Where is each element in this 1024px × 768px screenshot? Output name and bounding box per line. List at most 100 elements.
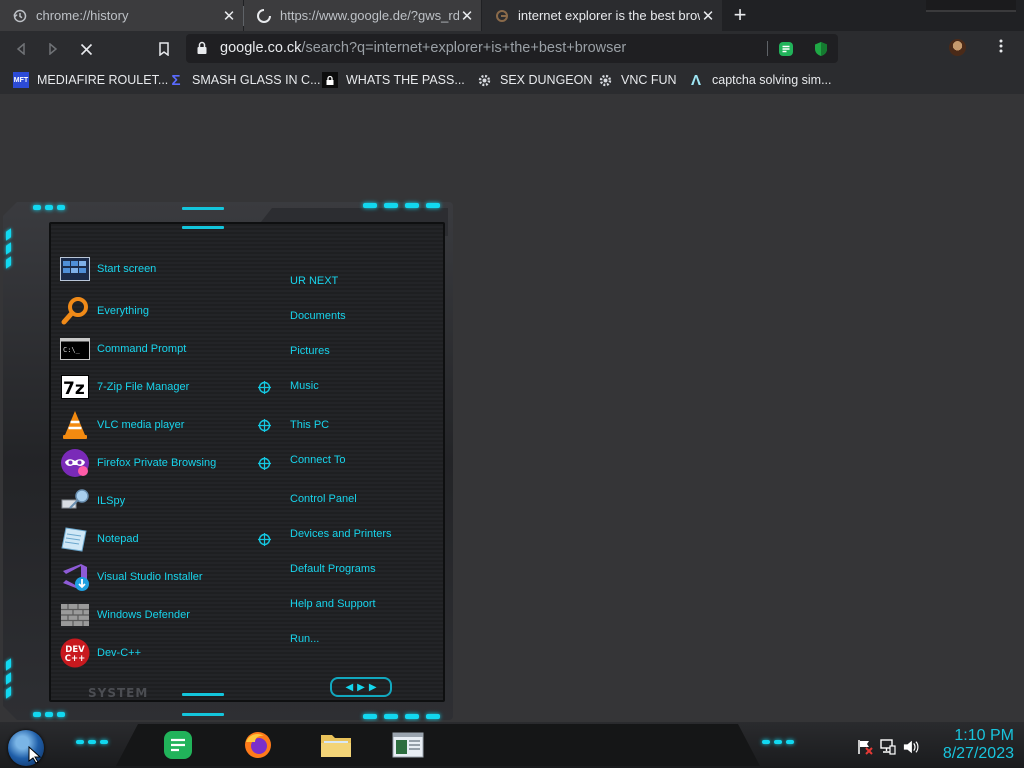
gear-icon	[476, 72, 492, 88]
place-documents[interactable]: Documents	[290, 310, 346, 322]
tab-google-de[interactable]: https://www.google.de/?gws_rd=s ✕	[244, 0, 481, 31]
submenu-arrow-icon	[258, 533, 271, 546]
address-bar[interactable]: google.co.ck/search?q=internet+explorer+…	[186, 34, 838, 63]
place-default-programs[interactable]: Default Programs	[290, 563, 376, 575]
tab-title: internet explorer is the best brows	[518, 8, 700, 23]
profile-avatar[interactable]	[949, 39, 966, 56]
stop-button[interactable]	[75, 38, 97, 60]
submenu-arrow-icon	[258, 457, 271, 470]
tab-history[interactable]: chrome://history ✕	[0, 0, 243, 31]
frame-light	[45, 712, 53, 717]
frame-light	[182, 226, 224, 229]
submenu-arrow-icon	[258, 419, 271, 432]
bookmark-sex-dungeon[interactable]: SEX DUNGEON	[476, 71, 592, 89]
new-tab-button[interactable]: +	[729, 2, 751, 27]
program-ilspy[interactable]: ILSpy	[59, 485, 259, 517]
browser-menu-button[interactable]	[994, 39, 1008, 57]
program-firefox-private[interactable]: Firefox Private Browsing	[59, 447, 259, 479]
bookmark-button[interactable]	[153, 38, 175, 60]
program-label: Dev-C++	[97, 647, 142, 659]
volume-icon[interactable]	[903, 739, 919, 755]
menu-scroll-arrows[interactable]: ◀ ▶ ▶	[330, 677, 392, 697]
taskbar-light	[88, 740, 96, 744]
magnifier-icon	[59, 295, 91, 327]
bookmarks-bar: MFT MEDIAFIRE ROULET... Σ SMASH GLASS IN…	[0, 66, 1024, 94]
url-path: /search?q=internet+explorer+is+the+best+…	[301, 40, 627, 56]
folder-icon	[321, 735, 351, 757]
bookmark-mediafire[interactable]: MFT MEDIAFIRE ROULET...	[13, 71, 168, 89]
gear-icon	[597, 72, 613, 88]
close-tab-icon[interactable]: ✕	[221, 8, 237, 25]
program-vs-installer[interactable]: Visual Studio Installer	[59, 561, 259, 593]
bookmark-label: SMASH GLASS IN C...	[192, 73, 321, 87]
tab-title: https://www.google.de/?gws_rd=s	[280, 8, 459, 23]
taskbar-file-explorer[interactable]	[318, 728, 354, 762]
svg-text:7z: 7z	[63, 379, 85, 399]
chevron-right-icon: ▶	[368, 681, 377, 693]
close-tab-icon[interactable]: ✕	[459, 8, 475, 25]
close-tab-icon[interactable]: ✕	[700, 8, 716, 25]
program-everything[interactable]: Everything	[59, 295, 259, 327]
taskbar-window-app[interactable]	[390, 728, 426, 762]
taskbar-light	[774, 740, 782, 744]
firefox-icon	[245, 732, 271, 758]
kebab-menu-icon	[999, 39, 1003, 53]
clock-date: 8/27/2023	[942, 745, 1014, 762]
program-vlc[interactable]: VLC media player	[59, 409, 259, 441]
bookmark-vnc-fun[interactable]: VNC FUN	[597, 71, 677, 89]
frame-light	[384, 714, 398, 719]
place-connect-to[interactable]: Connect To	[290, 454, 345, 466]
place-control-panel[interactable]: Control Panel	[290, 493, 357, 505]
frame-light	[57, 205, 65, 210]
taskbar-light	[786, 740, 794, 744]
place-ur-next[interactable]: UR NEXT	[290, 275, 338, 287]
frame-light	[182, 713, 224, 716]
frame-light	[363, 714, 377, 719]
program-devcpp[interactable]: DEV C++ Dev-C++	[59, 637, 259, 669]
place-music[interactable]: Music	[290, 380, 319, 392]
clock-time: 1:10 PM	[954, 727, 1014, 744]
forward-button[interactable]	[42, 38, 64, 60]
network-icon[interactable]	[880, 739, 896, 755]
program-label: Windows Defender	[97, 609, 190, 621]
bookmark-label: WHATS THE PASS...	[346, 73, 465, 87]
frame-light	[384, 203, 398, 208]
program-start-screen[interactable]: Start screen	[59, 253, 259, 285]
place-devices-printers[interactable]: Devices and Printers	[290, 528, 392, 540]
tab-strip: chrome://history ✕ https://www.google.de…	[0, 0, 1024, 31]
place-help-support[interactable]: Help and Support	[290, 598, 376, 610]
7zip-icon: 7z	[59, 371, 91, 403]
shield-extension-icon[interactable]	[813, 41, 829, 57]
taskbar-light	[100, 740, 108, 744]
tab-search-results[interactable]: internet explorer is the best brows ✕	[482, 0, 722, 31]
program-7zip[interactable]: 7z 7-Zip File Manager	[59, 371, 259, 403]
program-notepad[interactable]: Notepad	[59, 523, 259, 555]
place-run[interactable]: Run...	[290, 633, 319, 645]
program-windows-defender[interactable]: Windows Defender	[59, 599, 259, 631]
bookmark-whats-the-pass[interactable]: WHATS THE PASS...	[322, 71, 465, 89]
taskbar-notes-app[interactable]	[160, 728, 196, 762]
flag-icon[interactable]	[857, 739, 873, 755]
frame-light	[405, 714, 419, 719]
chevron-right-icon: ▶	[357, 681, 365, 693]
program-label: Command Prompt	[97, 343, 187, 355]
bookmark-label: MEDIAFIRE ROULET...	[37, 73, 169, 87]
bookmark-smash-glass[interactable]: Σ SMASH GLASS IN C...	[168, 71, 321, 89]
frame-light	[57, 712, 65, 717]
back-button[interactable]	[10, 38, 32, 60]
frame-light	[33, 205, 41, 210]
program-command-prompt[interactable]: C:\_ Command Prompt	[59, 333, 259, 365]
place-pictures[interactable]: Pictures	[290, 345, 330, 357]
taskbar	[0, 722, 1024, 768]
vs-installer-icon	[59, 561, 91, 593]
bookmark-captcha[interactable]: Λ captcha solving sim...	[688, 71, 832, 89]
frame-light	[363, 203, 377, 208]
taskbar-app-area	[116, 724, 760, 766]
notes-extension-icon[interactable]	[778, 41, 794, 57]
frame-light	[182, 693, 224, 696]
lock-icon	[322, 72, 338, 88]
place-this-pc[interactable]: This PC	[290, 419, 329, 431]
taskbar-clock[interactable]: 1:10 PM 8/27/2023	[943, 727, 1014, 763]
taskbar-firefox[interactable]	[240, 728, 276, 762]
bookmark-icon	[159, 42, 169, 56]
